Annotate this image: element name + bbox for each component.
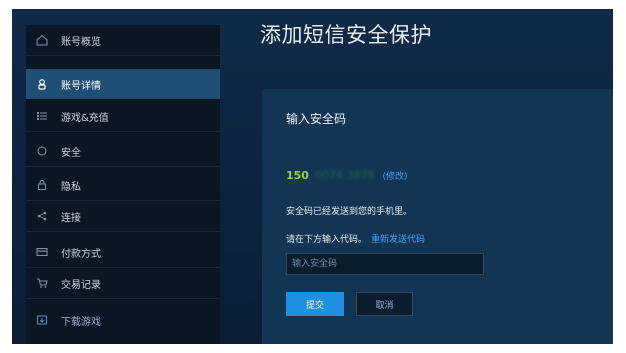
sidebar-item-label: 下载游戏 bbox=[61, 316, 101, 328]
home-icon bbox=[35, 33, 49, 47]
sidebar-item-label: 账号概览 bbox=[61, 36, 101, 48]
sidebar-item-account-details[interactable]: 账号详情 bbox=[26, 69, 220, 99]
shield-icon bbox=[35, 144, 49, 158]
credit-card-icon bbox=[35, 245, 49, 259]
sidebar-item-account-overview[interactable]: 账号概览 bbox=[26, 25, 220, 55]
download-icon bbox=[35, 313, 49, 327]
sidebar-item-download-games[interactable]: 下载游戏 bbox=[26, 305, 220, 335]
phone-prefix: 150 bbox=[286, 169, 309, 182]
sidebar-item-label: 付款方式 bbox=[61, 248, 101, 260]
resend-code-link[interactable]: 重新发送代码 bbox=[371, 235, 425, 245]
sidebar-item-security[interactable]: 安全 bbox=[26, 136, 220, 166]
enter-code-instruction: 请在下方输入代码。 重新发送代码 bbox=[286, 232, 425, 245]
cancel-button[interactable]: 取消 bbox=[356, 292, 413, 316]
sidebar-nav: 账号概览 账号详情 游戏&充值 安全 隐私 连接 付款方式 交易记录 下载游戏 bbox=[26, 25, 220, 344]
page-title: 添加短信安全保护 bbox=[260, 23, 432, 47]
code-sent-message: 安全码已经发送到您的手机里。 bbox=[286, 207, 413, 217]
sidebar-item-games-recharge[interactable]: 游戏&充值 bbox=[26, 101, 220, 131]
enter-code-text: 请在下方输入代码。 bbox=[286, 235, 368, 245]
panel-title: 输入安全码 bbox=[286, 112, 347, 126]
sidebar-item-label: 账号详情 bbox=[61, 80, 101, 92]
sidebar-item-privacy[interactable]: 隐私 bbox=[26, 170, 220, 200]
sidebar-divider bbox=[26, 131, 220, 132]
security-code-input[interactable] bbox=[286, 253, 484, 275]
sidebar-divider bbox=[26, 298, 220, 299]
sidebar-item-transaction-history[interactable]: 交易记录 bbox=[26, 268, 220, 298]
sidebar-item-payment-methods[interactable]: 付款方式 bbox=[26, 237, 220, 267]
security-code-panel: 输入安全码 150 0074 3878 (修改) 安全码已经发送到您的手机里。 … bbox=[262, 89, 613, 344]
user-lock-icon bbox=[35, 77, 49, 91]
lock-icon bbox=[35, 178, 49, 192]
sidebar-item-label: 交易记录 bbox=[61, 279, 101, 291]
sidebar-item-label: 连接 bbox=[61, 212, 81, 224]
sidebar-divider bbox=[26, 166, 220, 167]
share-icon bbox=[35, 209, 49, 223]
sidebar-item-label: 游戏&充值 bbox=[61, 112, 109, 124]
sidebar-divider bbox=[26, 55, 220, 56]
submit-button[interactable]: 提交 bbox=[286, 292, 344, 316]
sidebar-divider bbox=[26, 231, 220, 232]
cart-icon bbox=[35, 276, 49, 290]
edit-phone-link[interactable]: (修改) bbox=[382, 169, 407, 182]
list-icon bbox=[35, 109, 49, 123]
phone-number: 150 0074 3878 (修改) bbox=[286, 169, 408, 182]
phone-masked-digits: 0074 3878 bbox=[314, 169, 375, 182]
sidebar-item-label: 安全 bbox=[61, 147, 81, 159]
sidebar-item-connections[interactable]: 连接 bbox=[26, 201, 220, 231]
app-window: 账号概览 账号详情 游戏&充值 安全 隐私 连接 付款方式 交易记录 下载游戏 … bbox=[12, 9, 613, 344]
sidebar-item-label: 隐私 bbox=[61, 181, 81, 193]
